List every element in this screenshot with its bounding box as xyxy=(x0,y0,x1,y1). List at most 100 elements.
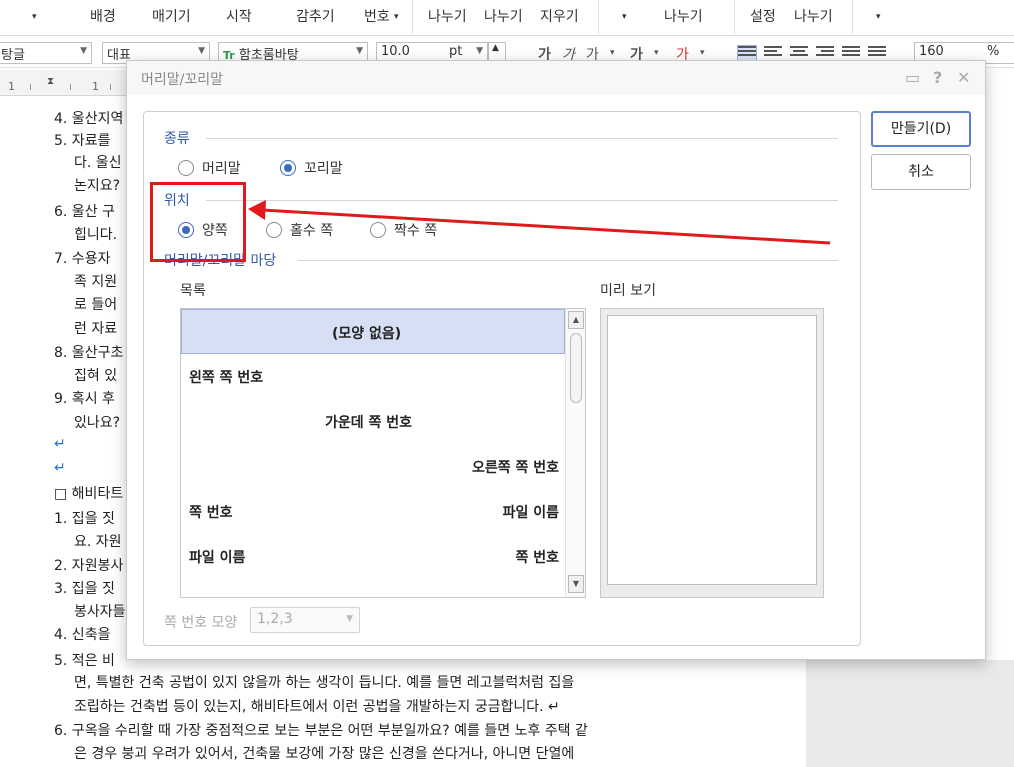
doc-line: 2. 자원봉사 xyxy=(54,558,124,574)
ruler-tick xyxy=(70,84,71,90)
page-number-format-select[interactable]: 1,2,3 ▼ xyxy=(250,607,360,633)
chevron-down-icon: ▼ xyxy=(80,46,87,56)
help-icon[interactable]: ? xyxy=(933,68,942,87)
radio-circle xyxy=(370,222,386,238)
list-item[interactable]: 쪽 번호 파일 이름 xyxy=(181,489,565,534)
align-divide-icon[interactable] xyxy=(868,46,886,60)
list-item[interactable]: 파일 이름 쪽 번호 xyxy=(181,534,565,579)
list-item-left: 왼쪽 쪽 번호 xyxy=(189,370,264,386)
align-distribute-icon[interactable] xyxy=(842,46,860,60)
ribbon-item-number[interactable]: 번호 xyxy=(364,6,390,28)
ribbon-item-numbering[interactable]: 매기기 xyxy=(152,6,191,28)
page-margin xyxy=(806,660,1014,767)
chevron-down-icon: ▼ xyxy=(476,46,483,56)
comment-icon[interactable]: ▭ xyxy=(905,68,920,87)
ribbon-item-split-1[interactable]: 나누기 xyxy=(428,6,467,28)
doc-line: 4. 신축을 xyxy=(54,627,111,643)
chevron-down-icon: ▼ xyxy=(356,46,363,56)
align-left-icon[interactable] xyxy=(764,46,782,60)
ribbon-item-settings[interactable]: 설정 xyxy=(750,6,776,28)
ribbon-dropdown-icon[interactable]: ▾ xyxy=(32,12,37,34)
section-divider xyxy=(206,200,838,201)
ribbon-top-label: ㆍ xyxy=(10,0,23,8)
list-item[interactable]: 가운데 쪽 번호 xyxy=(181,399,565,444)
scroll-thumb[interactable] xyxy=(570,333,582,403)
ribbon-item-erase[interactable]: 지우기 xyxy=(540,6,579,28)
list-item[interactable]: (모양 없음) xyxy=(181,309,565,354)
ribbon-separator xyxy=(412,0,413,34)
doc-line: 집혀 있 xyxy=(74,368,118,384)
ruler[interactable]: 1 ⧗ 1 xyxy=(0,70,130,96)
ruler-number: 1 xyxy=(8,80,15,93)
create-button[interactable]: 만들기(D) xyxy=(871,111,971,147)
ruler-tick xyxy=(110,84,111,90)
doc-line: 로 들어 xyxy=(74,297,118,313)
dialog-title: 머리말/꼬리말 xyxy=(141,72,223,88)
dialog-titlebar[interactable]: 머리말/꼬리말 ▭ ? ✕ xyxy=(127,61,985,95)
ribbon-dropdown-icon[interactable]: ▾ xyxy=(394,12,399,34)
style-select[interactable]: 탕글 ▼ xyxy=(0,42,92,64)
doc-line: □ 해비타트 xyxy=(54,486,124,502)
page-number-format-label: 쪽 번호 모양 xyxy=(164,615,238,631)
chevron-down-icon: ▼ xyxy=(346,614,353,624)
ribbon-item-hide[interactable]: 감추기 xyxy=(296,6,335,28)
doc-line: 6. 구옥을 수리할 때 가장 중점적으로 보는 부분은 어떤 부분일까요? 예… xyxy=(54,723,588,739)
ribbon-item-split-4[interactable]: 나누기 xyxy=(794,6,833,28)
list-scrollbar[interactable]: ▲ ▼ xyxy=(565,309,585,597)
list-item-right: 오른쪽 쪽 번호 xyxy=(471,460,559,476)
section-divider xyxy=(206,138,838,139)
doc-line: 있나요? xyxy=(74,415,121,431)
doc-line: 5. 자료를 xyxy=(54,133,111,149)
radio-footer[interactable]: 꼬리말 xyxy=(280,158,343,178)
list-item-right: 파일 이름 xyxy=(502,505,559,521)
doc-line: 봉사자들 xyxy=(74,604,126,620)
doc-line: 족 지원 xyxy=(74,274,118,290)
radio-header[interactable]: 머리말 xyxy=(178,158,241,178)
paragraph-mark: ↵ xyxy=(54,460,66,476)
radio-circle xyxy=(266,222,282,238)
radio-even-pages[interactable]: 짝수 쪽 xyxy=(370,220,437,240)
list-item-center: 가운데 쪽 번호 xyxy=(325,415,413,431)
zoom-value: 160 xyxy=(919,44,944,59)
scroll-down-icon[interactable]: ▼ xyxy=(568,575,584,593)
close-icon[interactable]: ✕ xyxy=(957,68,970,87)
ribbon-item-start[interactable]: 시작 xyxy=(226,6,252,28)
ribbon-dropdown-icon[interactable]: ▾ xyxy=(622,12,627,34)
ribbon-separator xyxy=(734,0,735,34)
ribbon-item-background[interactable]: 배경 xyxy=(90,6,116,28)
preview-page xyxy=(607,315,817,585)
template-list[interactable]: (모양 없음) 왼쪽 쪽 번호 가운데 쪽 번호 오른쪽 쪽 번호 쪽 번호 파… xyxy=(180,308,586,598)
section-title-type: 종류 xyxy=(164,131,190,147)
ribbon-item-split-2[interactable]: 나누기 xyxy=(484,6,523,28)
ribbon-item-split-3[interactable]: 나누기 xyxy=(664,6,703,28)
list-item[interactable]: 왼쪽 쪽 번호 xyxy=(181,354,565,399)
scroll-up-icon[interactable]: ▲ xyxy=(568,311,584,329)
ribbon-dropdown-icon[interactable]: ▾ xyxy=(876,12,881,34)
align-center-icon[interactable] xyxy=(790,46,808,60)
indent-marker-icon[interactable]: ⧗ xyxy=(47,76,54,87)
list-label: 목록 xyxy=(180,283,206,299)
radio-label: 꼬리말 xyxy=(304,161,343,177)
ruler-tick xyxy=(30,84,31,90)
doc-line: 런 자료 xyxy=(74,321,118,337)
ribbon-separator xyxy=(598,0,599,34)
ruler-number: 1 xyxy=(92,80,99,93)
header-footer-dialog: 머리말/꼬리말 ▭ ? ✕ 종류 머리말 꼬리말 위치 양쪽 홀수 쪽 짝수 쪽 xyxy=(126,60,986,660)
align-justify-icon[interactable] xyxy=(737,45,757,61)
doc-line: 3. 집을 짓 xyxy=(54,581,115,597)
radio-odd-pages[interactable]: 홀수 쪽 xyxy=(266,220,333,240)
ribbon-toolbar: ㆍ 배경 매기기 시작 감추기 번호 나누기 나누기 지우기 ▾ 나누기 설정 … xyxy=(0,0,1014,36)
doc-line: 조립하는 건축법 등이 있는지, 해비타트에서 이런 공법을 개발하는지 궁금합… xyxy=(74,699,560,715)
dialog-panel: 종류 머리말 꼬리말 위치 양쪽 홀수 쪽 짝수 쪽 머리말/꼬리말 마당 목록 xyxy=(143,111,861,646)
font-size-value: 10.0 xyxy=(381,44,410,59)
style-select-value: 탕글 xyxy=(1,48,25,63)
doc-line: 8. 울산구초 xyxy=(54,345,124,361)
align-right-icon[interactable] xyxy=(816,46,834,60)
radio-circle xyxy=(178,160,194,176)
cancel-button[interactable]: 취소 xyxy=(871,154,971,190)
chevron-down-icon: ▼ xyxy=(198,46,205,56)
list-item-left: 파일 이름 xyxy=(189,550,246,566)
list-item[interactable]: 오른쪽 쪽 번호 xyxy=(181,444,565,489)
radio-label: 머리말 xyxy=(202,161,241,177)
paragraph-mark: ↵ xyxy=(54,436,66,452)
